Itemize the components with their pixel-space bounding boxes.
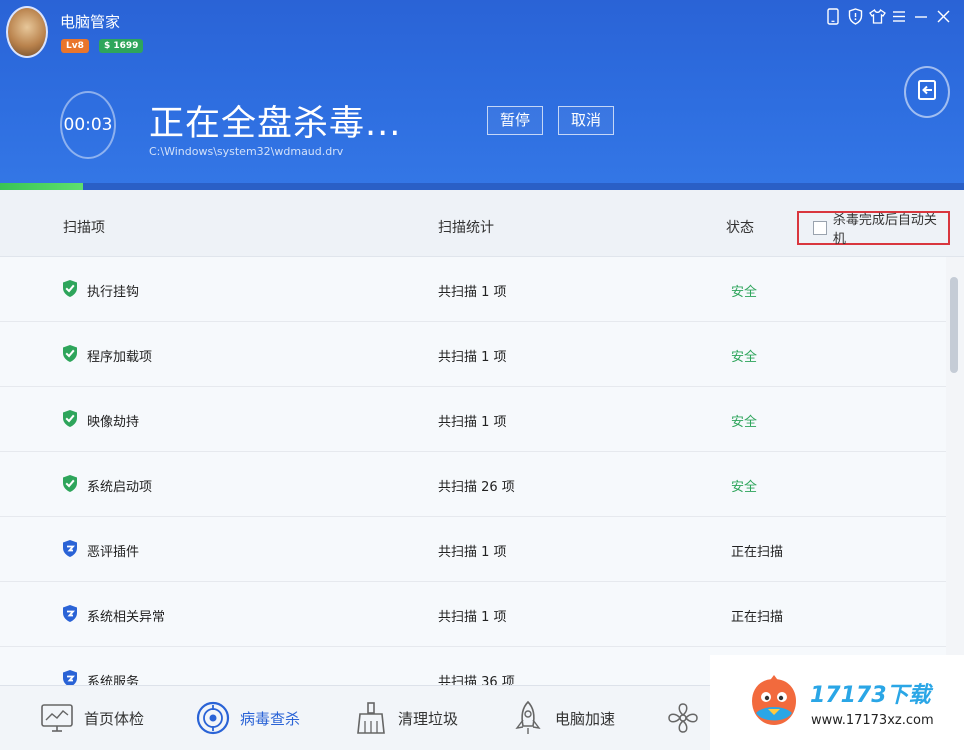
column-header-status: 状态 [726, 220, 754, 236]
scan-item-name: 执行挂钩 [87, 285, 140, 300]
current-scan-path: C:\Windows\system32\wdmaud.drv [149, 145, 344, 158]
scan-item-status: 安全 [731, 350, 758, 365]
phone-icon[interactable] [824, 6, 842, 26]
nav-cleanup[interactable]: 清理垃圾 [354, 700, 458, 736]
shield-check-icon [62, 344, 78, 363]
checkbox-box[interactable] [813, 221, 827, 235]
scan-item-name: 系统相关异常 [87, 610, 166, 625]
scan-item-status: 安全 [731, 480, 758, 495]
nav-label: 清理垃圾 [398, 709, 459, 728]
watermark-logo [746, 673, 802, 733]
shield-scan-icon [62, 539, 78, 558]
scan-progress-bar [0, 183, 964, 190]
column-header-stats: 扫描统计 [438, 220, 494, 236]
scan-item-stat: 共扫描 26 项 [438, 480, 515, 495]
site-watermark: 17173下载 www.17173xz.com [710, 655, 964, 750]
broom-icon [354, 701, 388, 735]
scan-item-list: 执行挂钩 共扫描 1 项安全 程序加载项 共扫描 1 项安全 映像劫持 共扫描 1 项安全… [0, 257, 946, 685]
app-title: 电脑管家 [60, 13, 121, 31]
shield-scan-icon [62, 669, 78, 685]
scan-item-status: 正在扫描 [731, 610, 784, 625]
scan-progress-fill [0, 183, 83, 190]
cancel-button[interactable]: 取消 [558, 106, 615, 135]
nav-label: 病毒查杀 [240, 709, 301, 728]
shirt-icon[interactable] [868, 6, 886, 26]
coin-badge[interactable]: $ 1699 [99, 39, 144, 53]
watermark-brand: 17173下载 [810, 683, 931, 708]
scan-item-name: 系统启动项 [87, 480, 153, 495]
scrollbar[interactable] [946, 257, 964, 685]
scan-item-stat: 共扫描 36 项 [438, 675, 515, 685]
watermark-url: www.17173xz.com [811, 713, 934, 728]
scan-item-name: 程序加载项 [87, 350, 153, 365]
target-icon [196, 701, 230, 735]
nav-label: 电脑加速 [555, 709, 616, 728]
shield-scan-icon [62, 604, 78, 623]
scan-item-name: 映像劫持 [87, 415, 140, 430]
scan-item-stat: 共扫描 1 项 [438, 285, 507, 300]
level-badge[interactable]: Lv8 [61, 39, 89, 53]
nav-speed-up[interactable]: 电脑加速 [511, 700, 615, 736]
shield-check-icon [62, 409, 78, 428]
scan-timer: 00:03 [60, 91, 116, 159]
window-controls [824, 6, 952, 26]
exit-icon [916, 79, 938, 105]
pause-button[interactable]: 暂停 [487, 106, 544, 135]
exit-scan-button[interactable] [904, 66, 950, 118]
scan-item-status: 安全 [731, 285, 758, 300]
scan-item-stat: 共扫描 1 项 [438, 545, 507, 560]
scan-item-stat: 共扫描 1 项 [438, 610, 507, 625]
table-row: 程序加载项 共扫描 1 项 安全 [0, 322, 946, 387]
fan-icon [666, 701, 700, 735]
scan-title: 正在全盘杀毒... [149, 104, 402, 144]
table-row: 恶评插件 共扫描 1 项 正在扫描 [0, 517, 946, 582]
nav-home-checkup[interactable]: 首页体检 [40, 700, 144, 736]
table-row: 系统相关异常 共扫描 1 项 正在扫描 [0, 582, 946, 647]
header: 电脑管家 Lv8 $ 1699 00:03 正在全盘杀毒... C:\Windo… [0, 0, 964, 190]
table-row: 系统启动项 共扫描 26 项 安全 [0, 452, 946, 517]
rocket-icon [511, 700, 545, 735]
monitor-icon [40, 701, 74, 735]
scan-item-name: 系统服务 [87, 675, 140, 685]
table-row: 执行挂钩 共扫描 1 项 安全 [0, 257, 946, 322]
scrollbar-thumb[interactable] [950, 277, 958, 373]
column-header-item: 扫描项 [63, 220, 105, 236]
table-row: 映像劫持 共扫描 1 项 安全 [0, 387, 946, 452]
shield-check-icon [62, 474, 78, 493]
scan-item-status: 正在扫描 [731, 545, 784, 560]
scan-item-stat: 共扫描 1 项 [438, 415, 507, 430]
minimize-icon[interactable] [912, 6, 930, 26]
nav-more[interactable] [666, 700, 710, 736]
scan-item-status: 安全 [731, 415, 758, 430]
auto-shutdown-label: 杀毒完成后自动关机 [832, 213, 937, 247]
close-icon[interactable] [934, 6, 952, 26]
menu-icon[interactable] [890, 6, 908, 26]
nav-label: 首页体检 [84, 709, 145, 728]
nav-virus-scan[interactable]: 病毒查杀 [196, 700, 300, 736]
scan-item-stat: 共扫描 1 项 [438, 350, 507, 365]
pc-manager-window: 电脑管家 Lv8 $ 1699 00:03 正在全盘杀毒... C:\Windo… [0, 0, 964, 750]
shield-icon[interactable] [846, 6, 864, 26]
auto-shutdown-checkbox[interactable]: 杀毒完成后自动关机 [797, 211, 950, 247]
scan-item-name: 恶评插件 [87, 545, 140, 560]
shield-check-icon [62, 279, 78, 298]
avatar[interactable] [6, 6, 48, 58]
